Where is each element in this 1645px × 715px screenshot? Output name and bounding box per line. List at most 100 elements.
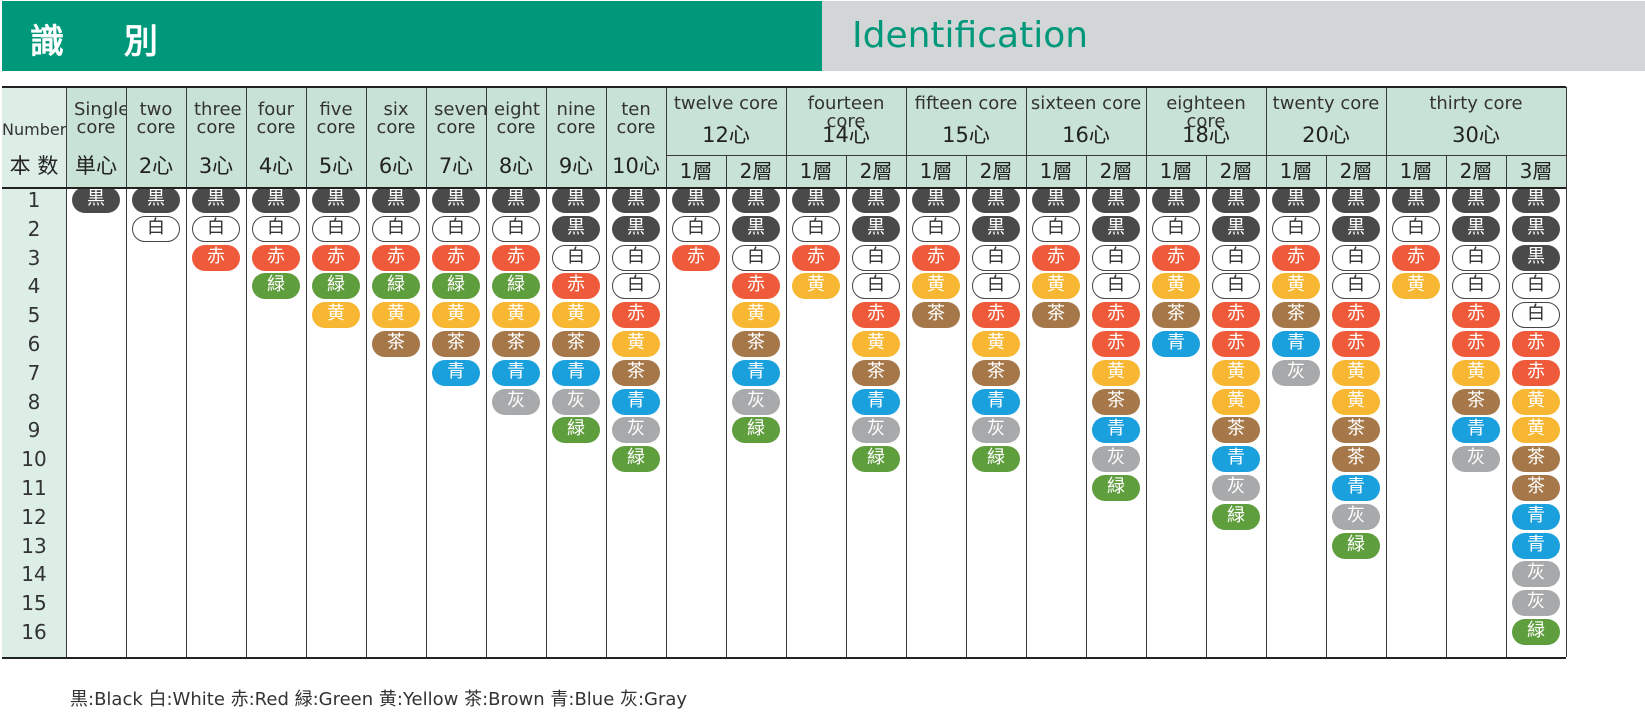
core-color-pill: 黒 xyxy=(252,187,300,213)
core-color-pill: 赤 xyxy=(192,244,240,271)
core-label-jp: 単心 xyxy=(75,154,117,178)
core-color-pill: 白 xyxy=(372,215,420,242)
table-rule xyxy=(2,656,1566,659)
core-label-jp: 16心 xyxy=(1062,123,1110,147)
core-label-jp: 18心 xyxy=(1182,123,1230,147)
core-color-pill: 茶 xyxy=(1092,388,1140,415)
layer-header: 2層 xyxy=(726,155,786,187)
core-color-pill: 黒 xyxy=(492,187,540,213)
core-color-pill: 黄 xyxy=(732,302,780,329)
core-color-pill: 黄 xyxy=(1032,273,1080,300)
core-color-pill: 黒 xyxy=(1512,244,1560,271)
core-color-pill: 赤 xyxy=(1212,331,1260,357)
core-label-en: thirty core xyxy=(1429,93,1523,114)
core-color-pill: 茶 xyxy=(1332,446,1380,473)
core-color-pill: 黒 xyxy=(612,187,660,213)
layer-header: 1層 xyxy=(786,155,846,187)
core-color-pill: 赤 xyxy=(852,302,900,329)
core-color-pill: 赤 xyxy=(732,273,780,300)
core-color-pill: 黒 xyxy=(132,187,180,213)
core-color-pill: 黒 xyxy=(1212,187,1260,213)
core-color-pill: 白 xyxy=(252,215,300,242)
core-color-pill: 青 xyxy=(1452,417,1500,444)
row-number: 5 xyxy=(27,303,41,328)
core-color-pill: 黄 xyxy=(1212,359,1260,386)
core-color-pill: 茶 xyxy=(1272,302,1320,329)
core-color-pill: 灰 xyxy=(492,388,540,415)
core-color-pill: 緑 xyxy=(492,273,540,300)
core-label-jp: 9心 xyxy=(558,154,594,178)
core-color-pill: 白 xyxy=(972,273,1020,300)
core-color-pill: 赤 xyxy=(432,244,480,271)
column-divider xyxy=(486,87,487,657)
core-color-pill: 黄 xyxy=(1392,273,1440,300)
core-color-pill: 白 xyxy=(1332,244,1380,271)
core-color-pill: 白 xyxy=(1452,273,1500,300)
core-color-pill: 黄 xyxy=(1452,359,1500,386)
layer-header: 1層 xyxy=(1266,155,1326,187)
core-color-pill: 青 xyxy=(1272,331,1320,357)
core-color-pill: 茶 xyxy=(972,359,1020,386)
layer-header: 1層 xyxy=(666,155,726,187)
layer-divider xyxy=(1506,155,1507,657)
column-divider xyxy=(1566,87,1567,657)
core-color-pill: 白 xyxy=(912,215,960,242)
core-color-pill: 青 xyxy=(732,359,780,386)
core-label-jp: 30心 xyxy=(1452,123,1500,147)
core-color-pill: 灰 xyxy=(1512,561,1560,588)
core-label-jp: 14心 xyxy=(822,123,870,147)
core-color-pill: 茶 xyxy=(552,331,600,357)
layer-header: 2層 xyxy=(966,155,1026,187)
core-color-pill: 青 xyxy=(972,388,1020,415)
core-color-pill: 茶 xyxy=(1212,417,1260,444)
core-color-pill: 黒 xyxy=(372,187,420,213)
core-color-pill: 赤 xyxy=(1152,244,1200,271)
core-label-en: two core xyxy=(136,99,176,138)
core-color-pill: 赤 xyxy=(612,302,660,329)
core-label-jp: 10心 xyxy=(612,154,660,178)
core-color-pill: 白 xyxy=(132,215,180,242)
core-color-pill: 赤 xyxy=(312,244,360,271)
layer-header: 2層 xyxy=(846,155,906,187)
core-color-pill: 茶 xyxy=(1152,302,1200,329)
row-number: 11 xyxy=(21,476,47,500)
row-number: 4 xyxy=(27,274,41,299)
layer-header: 1層 xyxy=(906,155,966,187)
core-color-pill: 赤 xyxy=(1212,302,1260,329)
core-color-pill: 緑 xyxy=(1332,532,1380,559)
core-color-pill: 茶 xyxy=(912,302,960,329)
core-color-pill: 緑 xyxy=(1512,619,1560,645)
core-color-pill: 黒 xyxy=(1212,215,1260,242)
core-color-pill: 白 xyxy=(792,215,840,242)
core-color-pill: 赤 xyxy=(252,244,300,271)
core-color-pill: 青 xyxy=(492,359,540,386)
core-color-pill: 白 xyxy=(732,244,780,271)
core-color-pill: 黄 xyxy=(1212,388,1260,415)
core-color-pill: 茶 xyxy=(432,331,480,357)
core-color-pill: 緑 xyxy=(972,446,1020,473)
core-color-pill: 青 xyxy=(1152,331,1200,357)
row-number: 10 xyxy=(21,447,47,472)
column-divider xyxy=(1386,87,1387,657)
core-color-pill: 白 xyxy=(192,215,240,242)
core-color-pill: 黒 xyxy=(552,215,600,242)
core-color-pill: 赤 xyxy=(912,244,960,271)
core-color-pill: 茶 xyxy=(732,331,780,357)
core-label-jp: 15心 xyxy=(942,123,990,147)
row-number: 9 xyxy=(27,418,41,443)
core-color-pill: 茶 xyxy=(492,331,540,357)
core-color-pill: 赤 xyxy=(672,244,720,271)
core-color-pill: 青 xyxy=(852,388,900,415)
number-label-en: Number xyxy=(2,120,67,139)
core-color-pill: 白 xyxy=(672,215,720,242)
core-color-pill: 黒 xyxy=(972,215,1020,242)
core-color-pill: 黄 xyxy=(1092,359,1140,386)
column-divider xyxy=(366,87,367,657)
core-color-pill: 赤 xyxy=(1392,244,1440,271)
core-label-jp: 4心 xyxy=(258,154,294,178)
core-color-pill: 青 xyxy=(1212,446,1260,473)
core-label-en: six core xyxy=(376,99,416,138)
core-color-pill: 白 xyxy=(1092,273,1140,300)
core-color-pill: 黒 xyxy=(732,187,780,213)
core-color-pill: 白 xyxy=(552,244,600,271)
